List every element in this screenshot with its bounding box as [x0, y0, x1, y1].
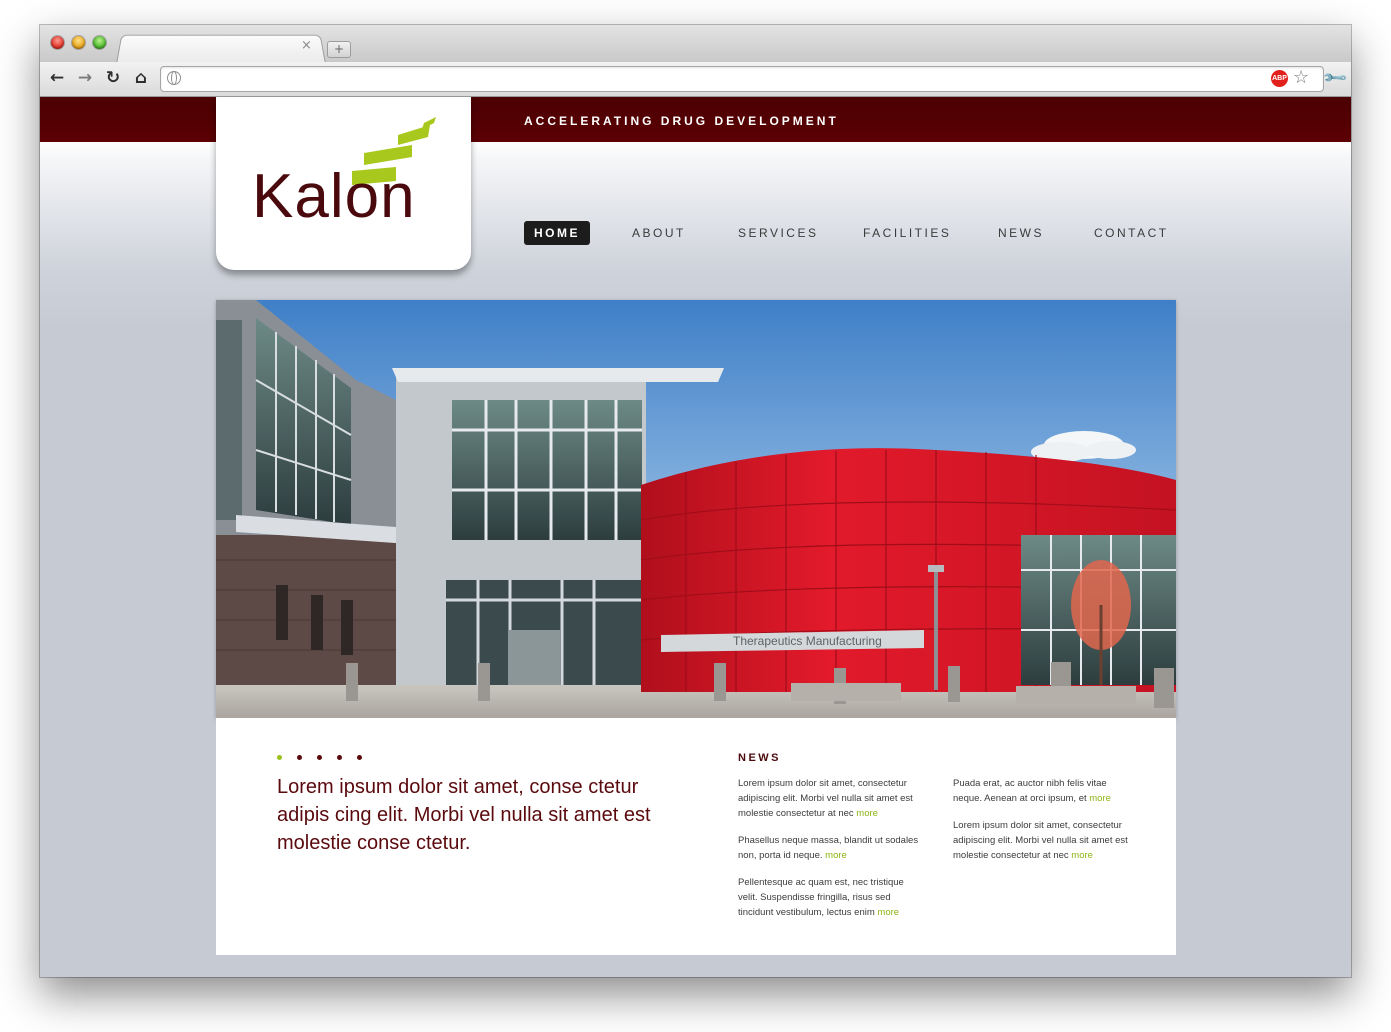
more-link[interactable]: more — [1071, 850, 1093, 861]
more-link[interactable]: more — [1089, 793, 1111, 804]
logo-wordmark: Kalon — [252, 162, 416, 231]
tab-close-icon[interactable]: × — [301, 39, 312, 52]
browser-window: × + ← → ↻ ⌂ ABP ☆ 🔧 ACCELERATING DRUG DE… — [40, 25, 1351, 977]
news-item: Lorem ipsum dolor sit amet, consectetur … — [953, 818, 1138, 863]
slide-dot-2[interactable] — [297, 755, 302, 760]
adblock-icon[interactable]: ABP — [1271, 70, 1288, 87]
bookmark-star-icon[interactable]: ☆ — [1293, 68, 1309, 88]
news-column-1: Lorem ipsum dolor sit amet, consectetur … — [738, 776, 923, 932]
slide-dot-1[interactable] — [277, 755, 282, 760]
news-item: Puada erat, ac auctor nibh felis vitae n… — [953, 776, 1138, 806]
tab-strip: × + — [40, 25, 1351, 64]
window-minimize-button[interactable] — [72, 36, 85, 49]
slide-dot-5[interactable] — [357, 755, 362, 760]
address-bar[interactable]: ABP ☆ — [160, 66, 1324, 92]
slide-dot-3[interactable] — [317, 755, 322, 760]
content-panel: Lorem ipsum dolor sit amet, conse ctetur… — [216, 718, 1176, 955]
back-arrow-icon[interactable]: ← — [47, 68, 67, 88]
more-link[interactable]: more — [856, 808, 878, 819]
nav-services[interactable]: SERVICES — [738, 221, 818, 245]
window-zoom-button[interactable] — [93, 36, 106, 49]
logo-card[interactable]: Kalon — [216, 97, 471, 270]
nav-home[interactable]: HOME — [524, 221, 590, 245]
browser-toolbar: ← → ↻ ⌂ ABP ☆ 🔧 — [40, 62, 1351, 97]
hero-building-illustration: Therapeutics Manufacturing — [216, 300, 1176, 718]
site-tagline: ACCELERATING DRUG DEVELOPMENT — [524, 114, 839, 128]
news-item-text: Lorem ipsum dolor sit amet, consectetur … — [953, 820, 1128, 861]
news-item-text: Puada erat, ac auctor nibh felis vitae n… — [953, 778, 1107, 804]
globe-icon — [167, 71, 181, 85]
more-link[interactable]: more — [825, 850, 847, 861]
lead-text: Lorem ipsum dolor sit amet, conse ctetur… — [277, 776, 651, 854]
news-item: Pellentesque ac quam est, nec tristique … — [738, 875, 923, 920]
nav-news[interactable]: NEWS — [998, 221, 1044, 245]
home-icon[interactable]: ⌂ — [131, 68, 151, 88]
news-heading: NEWS — [738, 752, 781, 764]
news-item-text: Lorem ipsum dolor sit amet, consectetur … — [738, 778, 913, 819]
page-viewport: ACCELERATING DRUG DEVELOPMENT Kalon HOME… — [40, 97, 1351, 977]
slide-dot-4[interactable] — [337, 755, 342, 760]
more-link[interactable]: more — [877, 907, 899, 918]
news-item: Lorem ipsum dolor sit amet, consectetur … — [738, 776, 923, 821]
hero-image: Therapeutics Manufacturing — [216, 300, 1176, 718]
new-tab-button[interactable]: + — [327, 41, 351, 58]
browser-tab[interactable] — [116, 34, 326, 64]
reload-icon[interactable]: ↻ — [103, 68, 123, 88]
wrench-menu-icon[interactable]: 🔧 — [1321, 64, 1349, 92]
nav-facilities[interactable]: FACILITIES — [863, 221, 951, 245]
nav-contact[interactable]: CONTACT — [1094, 221, 1169, 245]
window-close-button[interactable] — [51, 36, 64, 49]
nav-about[interactable]: ABOUT — [632, 221, 686, 245]
news-item: Phasellus neque massa, blandit ut sodale… — [738, 833, 923, 863]
building-sign-text: Therapeutics Manufacturing — [733, 634, 882, 648]
forward-arrow-icon[interactable]: → — [75, 68, 95, 88]
news-column-2: Puada erat, ac auctor nibh felis vitae n… — [953, 776, 1138, 875]
